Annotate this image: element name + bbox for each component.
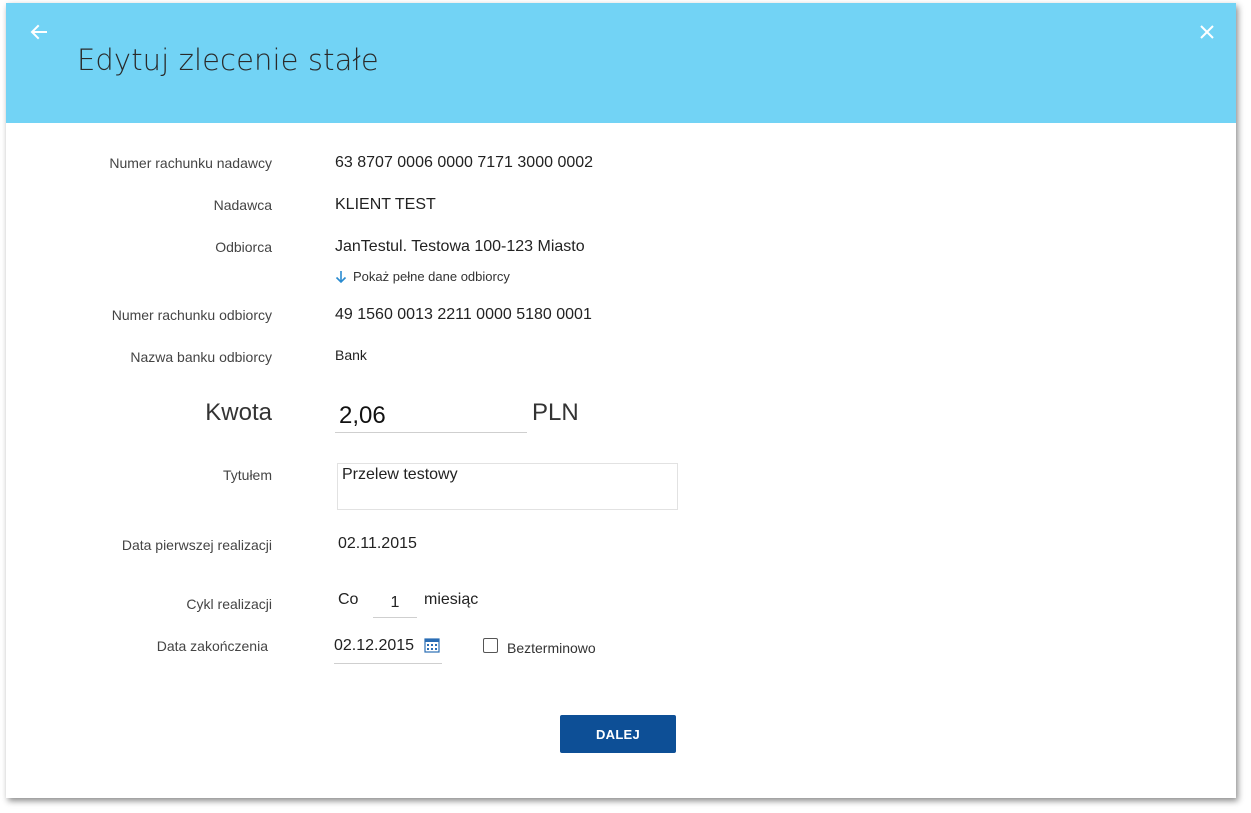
show-full-recipient-link[interactable]: Pokaż pełne dane odbiorcy: [335, 269, 510, 284]
dialog-header: Edytuj zlecenie stałe: [6, 3, 1236, 123]
calendar-icon[interactable]: [424, 637, 440, 653]
recipient-label: Odbiorca: [215, 239, 272, 255]
recipient-account-value: 49 1560 0013 2211 0000 5180 0001: [335, 306, 592, 323]
sender-account-value: 63 8707 0006 0000 7171 3000 0002: [335, 154, 594, 171]
cycle-label: Cykl realizacji: [186, 596, 272, 612]
sender-label: Nadawca: [213, 197, 272, 213]
arrow-left-icon: [30, 24, 47, 40]
currency-label: PLN: [532, 399, 579, 426]
recipient-value: JanTestul. Testowa 100-123 Miasto: [335, 238, 585, 255]
close-icon: [1200, 25, 1214, 39]
sender-account-label: Numer rachunku nadawcy: [109, 155, 272, 171]
page-title: Edytuj zlecenie stałe: [77, 43, 379, 77]
indefinite-label: Bezterminowo: [507, 640, 596, 656]
standing-order-dialog: Edytuj zlecenie stałe Numer rachunku nad…: [6, 3, 1236, 798]
cycle-prefix: Co: [338, 591, 359, 608]
indefinite-checkbox[interactable]: [483, 638, 498, 653]
recipient-account-label: Numer rachunku odbiorcy: [111, 307, 272, 323]
amount-label: Kwota: [205, 399, 272, 426]
first-date-label: Data pierwszej realizacji: [121, 537, 272, 553]
end-date-input[interactable]: [334, 633, 420, 659]
end-date-field: [334, 633, 442, 664]
show-full-recipient-label: Pokaż pełne dane odbiorcy: [353, 269, 510, 284]
recipient-bank-value: Bank: [335, 347, 367, 363]
cycle-interval-input[interactable]: [373, 589, 417, 618]
next-button[interactable]: DALEJ: [560, 715, 676, 753]
cycle-unit: miesiąc: [424, 591, 479, 608]
first-date-value: 02.11.2015: [338, 535, 417, 552]
back-button[interactable]: [28, 21, 50, 43]
sender-value: KLIENT TEST: [335, 196, 436, 213]
amount-input[interactable]: [335, 399, 527, 433]
transfer-title-label: Tytułem: [222, 467, 272, 483]
recipient-bank-label: Nazwa banku odbiorcy: [130, 349, 272, 365]
transfer-title-input[interactable]: Przelew testowy: [337, 463, 678, 510]
end-date-label: Data zakończenia: [156, 638, 268, 654]
arrow-down-icon: [335, 270, 347, 283]
close-button[interactable]: [1196, 21, 1218, 43]
